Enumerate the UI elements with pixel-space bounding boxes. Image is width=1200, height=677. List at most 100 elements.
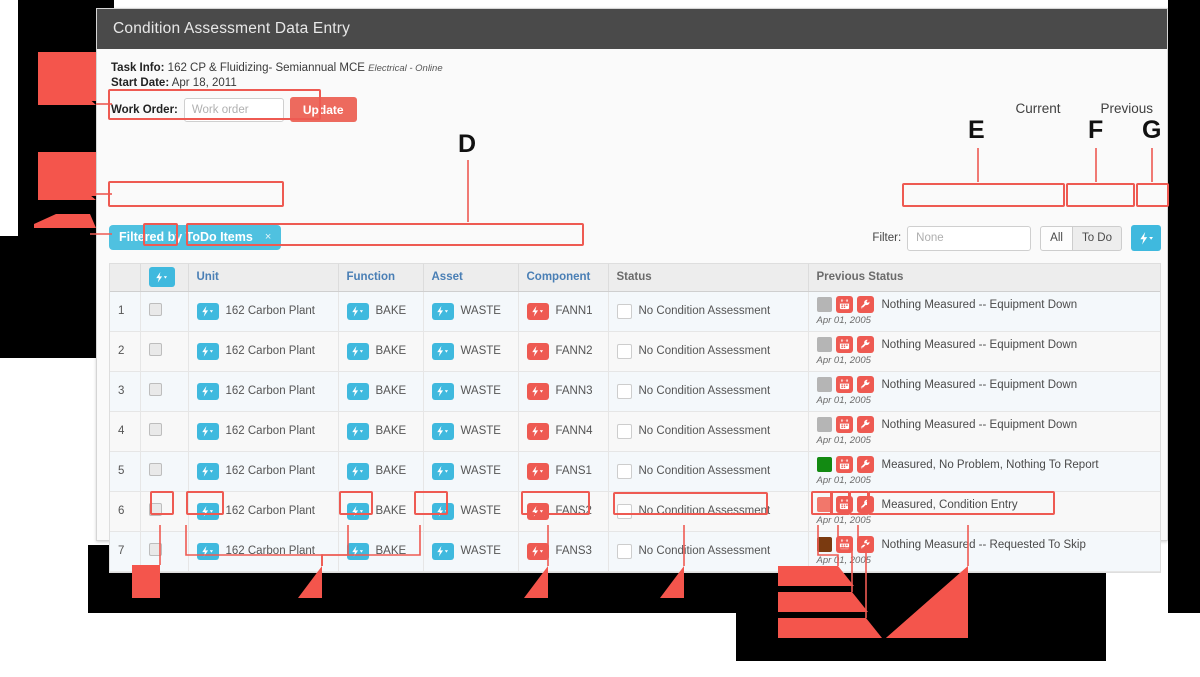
cell-status[interactable]: No Condition Assessment <box>608 491 809 532</box>
work-order-label: Work Order: <box>111 103 178 116</box>
bolt-dropdown-icon <box>202 425 213 437</box>
col-header-unit[interactable]: Unit <box>188 264 339 292</box>
cell-status[interactable]: No Condition Assessment <box>608 371 809 412</box>
bolt-tag-icon <box>431 422 454 440</box>
component-label: FANS2 <box>555 505 592 517</box>
row-select-cell[interactable] <box>140 411 189 452</box>
wrench-icon-button[interactable] <box>856 496 874 513</box>
filter-scope-toggle: All To Do <box>1040 225 1122 251</box>
update-button[interactable]: Update <box>289 97 357 122</box>
nav-current[interactable]: Current <box>1015 101 1060 116</box>
table-bolt-dropdown-button[interactable] <box>148 267 175 288</box>
bolt-dropdown-icon <box>437 305 448 317</box>
cell-status[interactable]: No Condition Assessment <box>608 531 809 572</box>
cell-component: FANS1 <box>518 451 609 492</box>
status-color-swatch[interactable] <box>616 463 632 479</box>
calendar-icon-button[interactable] <box>835 416 853 433</box>
wrench-icon-button[interactable] <box>856 456 874 473</box>
calendar-icon <box>839 459 849 470</box>
filtered-by-todo-badge[interactable]: Filtered by ToDo Items × <box>109 225 282 250</box>
status-color-swatch[interactable] <box>616 303 632 319</box>
assessment-table-wrap: Unit Function Asset Component Status Pre… <box>109 263 1161 573</box>
start-date-value: Apr 18, 2011 <box>171 77 237 89</box>
row-checkbox[interactable] <box>148 343 162 356</box>
cell-status[interactable]: No Condition Assessment <box>608 451 809 492</box>
bolt-tag-icon <box>346 422 369 440</box>
cell-component: FANN2 <box>518 331 609 372</box>
function-label: BAKE <box>375 545 407 557</box>
table-row[interactable]: 5 162 Carbon Plant BAKE WASTE FANS1 No Condit… <box>110 451 1160 492</box>
row-select-cell[interactable] <box>140 531 189 572</box>
calendar-icon-button[interactable] <box>835 376 853 393</box>
work-order-input[interactable] <box>183 97 284 122</box>
bolt-dropdown-icon <box>532 465 543 477</box>
calendar-icon-button[interactable] <box>835 456 853 473</box>
status-color-swatch[interactable] <box>616 423 632 439</box>
close-icon[interactable]: × <box>265 231 271 243</box>
wrench-icon-button[interactable] <box>856 336 874 353</box>
bolt-dropdown-icon <box>202 345 213 357</box>
row-number: 1 <box>110 291 141 332</box>
calendar-icon-button[interactable] <box>835 536 853 553</box>
cell-status[interactable]: No Condition Assessment <box>608 291 809 332</box>
function-label: BAKE <box>375 345 407 357</box>
table-row[interactable]: 3 162 Carbon Plant BAKE WASTE FANN3 No Condit… <box>110 371 1160 412</box>
col-header-status: Status <box>608 264 809 292</box>
previous-status-label: Nothing Measured -- Equipment Down <box>881 418 1078 431</box>
table-row[interactable]: 7 162 Carbon Plant BAKE WASTE FANS3 No Condit… <box>110 531 1160 572</box>
row-checkbox[interactable] <box>148 543 162 556</box>
row-select-cell[interactable] <box>140 371 189 412</box>
row-checkbox[interactable] <box>148 423 162 436</box>
cell-asset: WASTE <box>423 331 519 372</box>
bolt-dropdown-button[interactable] <box>1131 225 1161 251</box>
filter-all-button[interactable]: All <box>1040 225 1073 251</box>
cell-component: FANS2 <box>518 491 609 532</box>
cell-component: FANN4 <box>518 411 609 452</box>
row-checkbox[interactable] <box>148 303 162 316</box>
col-header-component[interactable]: Component <box>518 264 609 292</box>
nav-previous[interactable]: Previous <box>1100 101 1153 116</box>
row-select-cell[interactable] <box>140 451 189 492</box>
calendar-icon-button[interactable] <box>835 496 853 513</box>
col-header-select <box>140 264 189 292</box>
row-number: 3 <box>110 371 141 412</box>
row-checkbox[interactable] <box>148 383 162 396</box>
row-select-cell[interactable] <box>140 491 189 532</box>
table-row[interactable]: 1 162 Carbon Plant BAKE WASTE FANN1 No Condit… <box>110 291 1160 332</box>
row-select-cell[interactable] <box>140 331 189 372</box>
filter-input[interactable] <box>907 225 1032 251</box>
filter-todo-button[interactable]: To Do <box>1072 225 1122 251</box>
col-header-asset[interactable]: Asset <box>423 264 519 292</box>
bolt-dropdown-icon <box>437 465 448 477</box>
calendar-icon <box>839 339 849 350</box>
cell-status[interactable]: No Condition Assessment <box>608 411 809 452</box>
cell-status[interactable]: No Condition Assessment <box>608 331 809 372</box>
bolt-tag-icon <box>196 542 219 560</box>
row-checkbox[interactable] <box>148 463 162 476</box>
status-color-swatch[interactable] <box>616 343 632 359</box>
status-color-swatch[interactable] <box>616 383 632 399</box>
table-row[interactable]: 4 162 Carbon Plant BAKE WASTE FANN4 No Condit… <box>110 411 1160 452</box>
col-header-function[interactable]: Function <box>338 264 424 292</box>
function-label: BAKE <box>375 425 407 437</box>
calendar-icon-button[interactable] <box>835 336 853 353</box>
calendar-icon-button[interactable] <box>835 296 853 313</box>
table-row[interactable]: 2 162 Carbon Plant BAKE WASTE FANN2 No Condit… <box>110 331 1160 372</box>
asset-label: WASTE <box>460 305 501 317</box>
status-color-swatch[interactable] <box>616 543 632 559</box>
row-number: 5 <box>110 451 141 492</box>
bolt-dropdown-icon <box>437 385 448 397</box>
status-color-swatch[interactable] <box>616 503 632 519</box>
bolt-tag-icon <box>431 502 454 520</box>
calendar-icon <box>839 539 849 550</box>
wrench-icon-button[interactable] <box>856 536 874 553</box>
row-checkbox[interactable] <box>148 503 162 516</box>
status-label: No Condition Assessment <box>638 505 771 517</box>
bolt-tag-icon <box>526 542 549 560</box>
wrench-icon-button[interactable] <box>856 376 874 393</box>
wrench-icon-button[interactable] <box>856 296 874 313</box>
wrench-icon-button[interactable] <box>856 416 874 433</box>
row-select-cell[interactable] <box>140 291 189 332</box>
start-date-label: Start Date: <box>111 77 170 89</box>
table-row[interactable]: 6 162 Carbon Plant BAKE WASTE FANS2 No Condit… <box>110 491 1160 532</box>
